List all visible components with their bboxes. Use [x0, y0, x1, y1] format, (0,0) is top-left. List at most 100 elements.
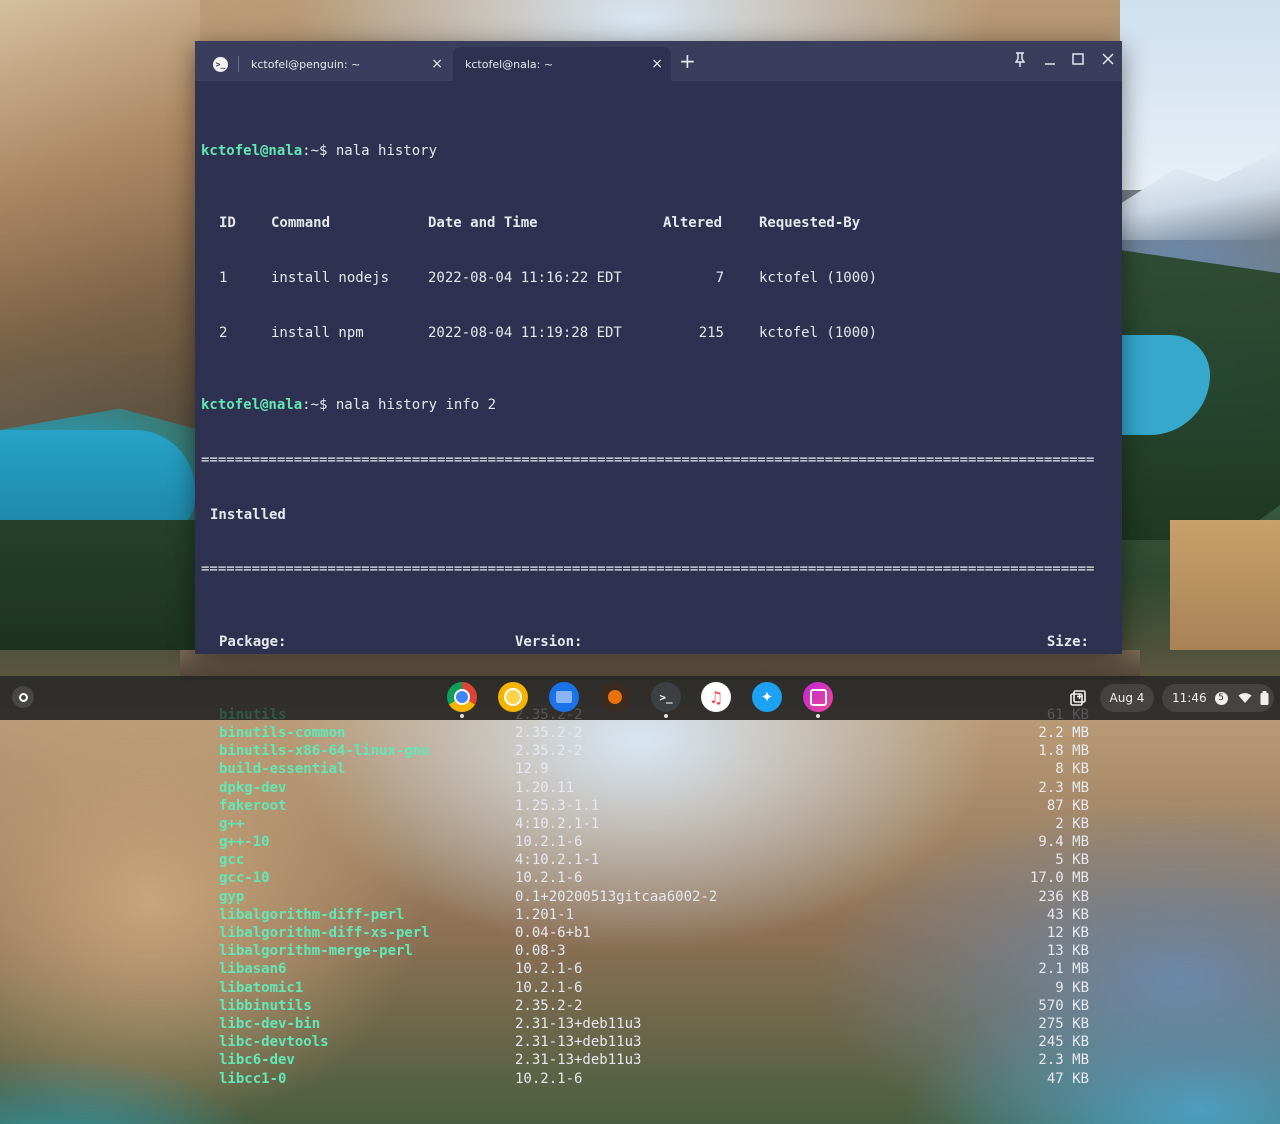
package-row: libalgorithm-merge-perl 0.08-3 13 KB [201, 942, 1113, 960]
wallpaper-forest-right [1120, 250, 1280, 540]
package-row: gcc-10 10.2.1-6 17.0 MB [201, 869, 1113, 887]
package-size: 87 KB [1046, 797, 1089, 814]
wallpaper-mountain-left [0, 0, 200, 430]
package-row: libatomic1 10.2.1-6 9 KB [201, 979, 1113, 997]
wallpaper-forest-left [0, 520, 200, 650]
package-size: 2 KB [1055, 815, 1089, 832]
package-header-version: Version: [515, 633, 583, 650]
package-header-name: Package: [219, 633, 287, 650]
package-size: 570 KB [1038, 997, 1089, 1014]
history-altered: 7 [715, 270, 724, 286]
launcher-button[interactable] [12, 686, 34, 708]
date-tray[interactable]: Aug 4 [1100, 684, 1154, 712]
files-icon[interactable] [549, 682, 579, 712]
package-name: gcc-10 [219, 870, 270, 887]
package-version: 2.31-13+deb11u3 [515, 1015, 642, 1032]
separator-rule: ========================================… [201, 561, 1095, 578]
package-version: 2.31-13+deb11u3 [515, 1052, 642, 1069]
music-icon[interactable]: ♫ [701, 682, 731, 712]
chrome-icon[interactable] [447, 682, 477, 712]
package-row: libbinutils 2.35.2-2 570 KB [201, 997, 1113, 1015]
package-size: 236 KB [1038, 888, 1089, 905]
close-icon[interactable] [1101, 51, 1115, 69]
battery-icon [1260, 691, 1269, 705]
wifi-icon [1238, 693, 1252, 703]
terminal-output[interactable]: kctofel@nala:~$ nala history ID Command … [201, 87, 1113, 1124]
chrome-canary-icon[interactable] [498, 682, 528, 712]
running-indicator [816, 714, 820, 718]
package-row: fakeroot 1.25.3-1.1 87 KB [201, 797, 1113, 815]
history-date: 2022-08-04 11:16:22 EDT [428, 270, 622, 286]
wallpaper-lake-right [1120, 335, 1210, 435]
maximize-icon[interactable] [1071, 51, 1085, 69]
pin-icon[interactable] [1013, 51, 1027, 69]
wallpaper-sky-right [1120, 0, 1280, 190]
history-header-requested-by: Requested-By [759, 215, 861, 232]
terminal-icon[interactable]: >_ [651, 682, 681, 712]
package-name: libalgorithm-diff-perl [219, 906, 405, 923]
package-row: build-essential 12.9 8 KB [201, 760, 1113, 778]
package-size: 43 KB [1046, 906, 1089, 923]
sketch-app-icon[interactable] [600, 682, 630, 712]
package-name: libbinutils [219, 997, 312, 1014]
package-version: 10.2.1-6 [515, 979, 583, 996]
package-row: libasan6 10.2.1-6 2.1 MB [201, 960, 1113, 978]
package-size: 2.3 MB [1038, 1052, 1089, 1069]
minimize-icon[interactable] [1043, 51, 1057, 69]
history-header-row: ID Command Date and Time Altered Request… [201, 214, 1113, 232]
overview-icon[interactable] [1068, 688, 1088, 708]
photo-app-icon[interactable] [803, 682, 833, 712]
package-version: 2.35.2-2 [515, 997, 583, 1014]
notification-badge: 5 [1214, 691, 1228, 705]
section-title: Installed [210, 506, 286, 523]
package-version: 0.1+20200513gitcaa6002-2 [515, 888, 718, 905]
package-size: 2.1 MB [1038, 961, 1089, 978]
package-row: gcc 4:10.2.1-1 5 KB [201, 851, 1113, 869]
twitter-icon[interactable]: ✦ [752, 682, 782, 712]
package-size: 245 KB [1038, 1034, 1089, 1051]
package-size: 1.8 MB [1038, 743, 1089, 760]
package-version: 0.04-6+b1 [515, 925, 591, 942]
package-row: binutils-common 2.35.2-2 2.2 MB [201, 724, 1113, 742]
package-name: build-essential [219, 761, 346, 778]
wallpaper-snow-mountains [1120, 150, 1280, 240]
history-id: 2 [219, 324, 228, 341]
new-tab-button[interactable]: + [679, 51, 696, 71]
history-header-command: Command [271, 215, 331, 232]
status-tray[interactable]: 11:46 5 [1162, 684, 1274, 712]
package-header-size: Size: [1046, 633, 1089, 650]
history-row: 2 install npm 2022-08-04 11:19:28 EDT 21… [201, 324, 1113, 342]
package-version: 2.35.2-2 [515, 743, 583, 760]
package-name: gcc [219, 852, 245, 869]
tab-nala[interactable]: kctofel@nala: ~ × [453, 47, 671, 81]
package-size: 9 KB [1055, 979, 1089, 996]
running-indicator [664, 714, 668, 718]
package-name: g++-10 [219, 834, 270, 851]
package-name: binutils-common [219, 724, 346, 741]
close-tab-icon[interactable]: × [651, 56, 663, 72]
history-date: 2022-08-04 11:19:28 EDT [428, 324, 622, 341]
package-size: 9.4 MB [1038, 834, 1089, 851]
tab-penguin[interactable]: >_ kctofel@penguin: ~ × [203, 47, 451, 81]
package-version: 10.2.1-6 [515, 1070, 583, 1087]
wallpaper-lake-left [0, 430, 195, 530]
package-version: 1.25.3-1.1 [515, 797, 600, 814]
package-name: libalgorithm-merge-perl [219, 943, 413, 960]
wallpaper-rocks-right [1170, 520, 1280, 650]
package-version: 4:10.2.1-1 [515, 815, 600, 832]
section-title-row: Installed [201, 506, 1113, 524]
history-requested-by: kctofel (1000) [759, 324, 878, 341]
package-version: 10.2.1-6 [515, 961, 583, 978]
package-size: 8 KB [1055, 761, 1089, 778]
package-version: 12.9 [515, 761, 549, 778]
package-row: libalgorithm-diff-perl 1.201-1 43 KB [201, 906, 1113, 924]
package-name: binutils-x86-64-linux-gnu [219, 743, 430, 760]
terminal-prompt-icon: >_ [213, 56, 228, 72]
title-bar[interactable]: >_ kctofel@penguin: ~ × kctofel@nala: ~ … [195, 41, 1122, 81]
running-indicator [460, 714, 464, 718]
close-tab-icon[interactable]: × [431, 56, 443, 72]
history-id: 1 [219, 270, 228, 286]
package-size: 275 KB [1038, 1015, 1089, 1032]
package-row: libc-dev-bin 2.31-13+deb11u3 275 KB [201, 1015, 1113, 1033]
terminal-window: >_ kctofel@penguin: ~ × kctofel@nala: ~ … [195, 41, 1122, 1087]
